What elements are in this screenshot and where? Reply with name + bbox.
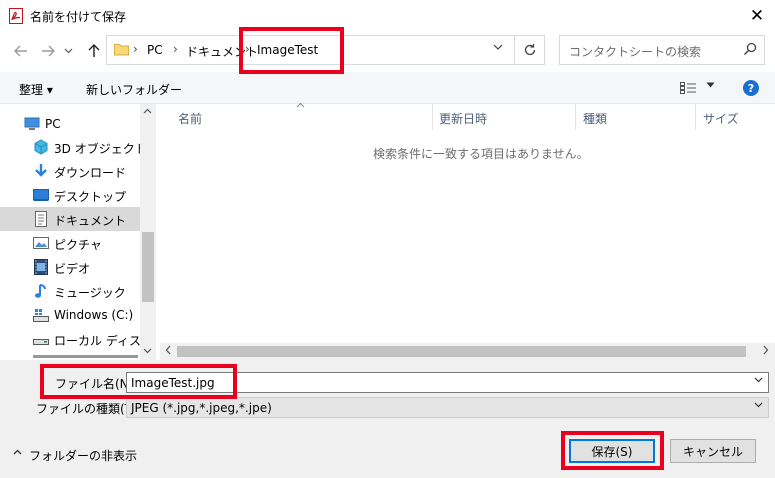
- cancel-button[interactable]: キャンセル: [670, 439, 756, 463]
- videos-icon: [34, 259, 48, 275]
- nav-item-label: ピクチャ: [54, 238, 102, 252]
- filetype-dropdown-chevron-icon[interactable]: [754, 402, 763, 408]
- nav-item-music[interactable]: ミュージック: [0, 279, 140, 303]
- chevron-up-icon[interactable]: [13, 449, 22, 455]
- download-icon: [35, 164, 47, 177]
- filetype-select[interactable]: JPEG (*.jpg,*.jpeg,*.jpe): [126, 397, 769, 418]
- recent-locations-chevron-icon[interactable]: [61, 40, 75, 62]
- refresh-button[interactable]: [515, 35, 545, 65]
- nav-item-downloads[interactable]: ダウンロード: [0, 159, 140, 183]
- nav-item-pictures[interactable]: ピクチャ: [0, 231, 140, 255]
- scroll-thumb[interactable]: [142, 232, 154, 302]
- nav-item-label: ミュージック: [54, 286, 126, 300]
- hide-folders-toggle[interactable]: フォルダーの非表示: [29, 447, 137, 464]
- nav-item-documents[interactable]: ドキュメント: [0, 207, 140, 231]
- navigation-pane: PC 3D オブジェクト ダウンロード デスクトップ ドキュメント ピクチャ ビ…: [0, 104, 157, 360]
- column-divider[interactable]: [575, 104, 576, 130]
- nav-item-label: PC: [45, 117, 61, 131]
- search-box[interactable]: コンタクトシートの検索: [559, 35, 765, 65]
- nav-item-3d-objects[interactable]: 3D オブジェクト: [0, 135, 147, 159]
- nav-item-partial: [33, 355, 138, 358]
- highlight-box-save: [561, 431, 664, 470]
- filetype-value[interactable]: JPEG (*.jpg,*.jpeg,*.jpe): [131, 401, 272, 415]
- filename-dropdown-chevron-icon[interactable]: [754, 377, 763, 383]
- highlight-box-filename: [40, 364, 237, 399]
- music-icon: [35, 284, 46, 298]
- acrobat-app-icon: [9, 8, 23, 24]
- scroll-up-arrow-icon[interactable]: [143, 108, 152, 114]
- search-input[interactable]: コンタクトシートの検索: [569, 43, 701, 60]
- column-divider[interactable]: [695, 104, 696, 130]
- breadcrumb-separator: ›: [173, 42, 178, 56]
- drive-icon: [33, 309, 49, 322]
- breadcrumb-separator: ›: [133, 42, 138, 56]
- window-title: 名前を付けて保存: [30, 10, 127, 24]
- scroll-left-arrow-icon[interactable]: [165, 345, 171, 355]
- pictures-icon: [33, 237, 49, 249]
- nav-item-label: ドキュメント: [54, 214, 127, 228]
- drive-icon: [33, 339, 49, 345]
- back-arrow-icon[interactable]: [11, 40, 31, 62]
- refresh-icon: [524, 44, 535, 56]
- empty-results-message: 検索条件に一致する項目はありません。: [373, 147, 589, 161]
- title-bar: 名前を付けて保存 ✕: [0, 0, 775, 32]
- nav-item-local-disk-d[interactable]: ローカル ディスク (D: [0, 327, 157, 351]
- view-dropdown-chevron-icon[interactable]: [706, 82, 715, 88]
- highlight-box-address: [239, 27, 344, 74]
- folder-icon: [114, 44, 129, 56]
- view-options-icon[interactable]: [680, 82, 696, 94]
- new-folder-button[interactable]: 新しいフォルダー: [86, 81, 182, 98]
- file-list-horizontal-scrollbar[interactable]: [160, 343, 775, 360]
- documents-icon: [35, 211, 47, 227]
- column-header-name[interactable]: 名前: [178, 110, 202, 127]
- nav-item-pc[interactable]: PC: [0, 112, 140, 136]
- nav-item-label: Windows (C:): [54, 308, 134, 322]
- file-list: 名前 更新日時 種類 サイズ 検索条件に一致する項目はありません。: [160, 102, 775, 360]
- up-arrow-icon[interactable]: [84, 40, 104, 62]
- scroll-right-arrow-icon[interactable]: [763, 345, 769, 355]
- nav-item-label: デスクトップ: [54, 190, 127, 204]
- scroll-thumb[interactable]: [177, 346, 746, 357]
- nav-item-label: ダウンロード: [54, 166, 127, 180]
- breadcrumb-pc[interactable]: PC: [147, 43, 163, 57]
- nav-item-label: 3D オブジェクト: [54, 142, 147, 156]
- 3d-objects-icon: [34, 139, 48, 155]
- sort-ascending-icon: [296, 102, 305, 108]
- nav-item-windows-c[interactable]: Windows (C:): [0, 303, 140, 327]
- nav-item-desktop[interactable]: デスクトップ: [0, 183, 140, 207]
- nav-item-label: ビデオ: [54, 262, 91, 276]
- help-icon[interactable]: ?: [743, 80, 759, 96]
- nav-item-videos[interactable]: ビデオ: [0, 255, 140, 279]
- nav-vertical-scrollbar[interactable]: [140, 104, 156, 360]
- address-dropdown-chevron-icon[interactable]: [493, 44, 503, 51]
- column-divider[interactable]: [432, 104, 433, 130]
- organize-menu[interactable]: 整理 ▾: [19, 81, 53, 98]
- forward-arrow-icon[interactable]: [38, 40, 58, 62]
- column-headers: 名前 更新日時 種類 サイズ: [160, 102, 775, 130]
- column-header-type[interactable]: 種類: [583, 110, 607, 127]
- close-button[interactable]: ✕: [739, 0, 775, 32]
- desktop-icon: [33, 189, 49, 201]
- pc-icon: [24, 117, 40, 130]
- column-header-size[interactable]: サイズ: [703, 110, 739, 127]
- command-toolbar: 整理 ▾ 新しいフォルダー ?: [0, 72, 775, 104]
- search-icon: [743, 42, 757, 56]
- column-header-modified[interactable]: 更新日時: [439, 110, 487, 127]
- scroll-down-arrow-icon[interactable]: [143, 348, 152, 354]
